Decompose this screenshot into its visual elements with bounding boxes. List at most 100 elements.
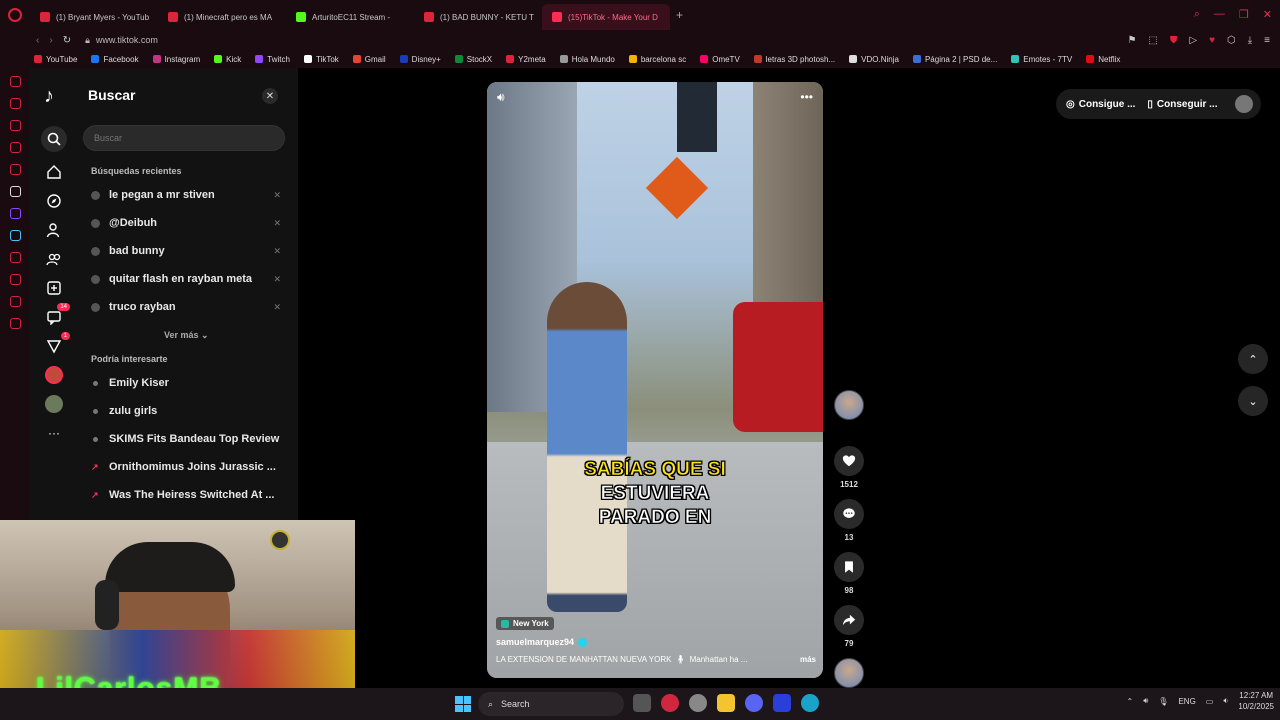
history-icon[interactable] <box>9 274 21 285</box>
volume-icon[interactable]: 🔊︎ <box>497 90 505 105</box>
url-field[interactable]: 🔒︎ www.tiktok.com <box>85 35 158 46</box>
see-more-button[interactable]: Ver más ⌄ <box>164 330 209 341</box>
back-icon[interactable]: ‹ <box>36 35 39 46</box>
bookmark-item[interactable]: VDO.Ninja <box>849 55 899 64</box>
bookmark-item[interactable]: Gmail <box>352 55 386 64</box>
location-tag[interactable]: New York <box>496 617 554 630</box>
comment-button[interactable] <box>834 499 864 529</box>
bookmark-item[interactable]: Hola Mundo <box>559 55 615 64</box>
previous-video-button[interactable]: ⌃ <box>1238 344 1268 374</box>
bookmark-icon[interactable]: ⚑ <box>1127 35 1136 46</box>
snapshot-icon[interactable]: ⬚ <box>1148 35 1157 46</box>
suggestion-item[interactable]: ↗ Ornithomimus Joins Jurassic ... <box>91 459 281 475</box>
microphone-icon[interactable]: 🎙︎ <box>1158 697 1168 706</box>
browser-tab[interactable]: (1) BAD BUNNY - KETU T <box>414 4 542 30</box>
remove-icon[interactable]: ✕ <box>273 274 281 285</box>
close-drawer-button[interactable]: ✕ <box>262 88 278 104</box>
bookmark-item[interactable]: Facebook <box>91 55 139 64</box>
minimize-button[interactable]: — <box>1214 8 1225 21</box>
taskbar-search[interactable]: ⌕ Search <box>478 692 624 716</box>
bookmark-item[interactable]: Kick <box>214 55 241 64</box>
video-author[interactable]: samuelmarquez94 <box>496 637 588 647</box>
following-nav-button[interactable] <box>44 220 64 240</box>
sidebar-app-icon[interactable] <box>9 252 21 263</box>
browser-tab[interactable]: (1) Minecraft pero es MA <box>158 4 286 30</box>
bookmark-item[interactable]: Netflix <box>1086 55 1120 64</box>
video-player[interactable]: 🔊︎ ••• SABÍAS QUE SI ESTUVIERA PARADO EN… <box>487 82 823 678</box>
language-indicator[interactable]: ENG <box>1178 697 1195 706</box>
author-avatar[interactable] <box>834 390 864 420</box>
bookmark-item[interactable]: StockX <box>454 55 492 64</box>
suggestion-item[interactable]: ↗ Was The Heiress Switched At ... <box>91 487 281 503</box>
sidebar-app-icon[interactable] <box>9 296 21 307</box>
sidebar-app-icon[interactable] <box>9 76 21 87</box>
save-button[interactable] <box>834 552 864 582</box>
browser-tab[interactable]: ArturitoEC11 Stream - <box>286 4 414 30</box>
recent-search-item[interactable]: le pegan a mr stiven ✕ <box>91 187 281 203</box>
chevron-up-icon[interactable]: ⌃ <box>1127 697 1134 706</box>
maximize-button[interactable]: ❐ <box>1239 8 1249 21</box>
sidebar-app-icon[interactable] <box>9 230 21 241</box>
get-app-button[interactable]: ▯ Conseguir ... <box>1147 99 1217 110</box>
explore-nav-button[interactable] <box>44 191 64 211</box>
profile-nav-button[interactable] <box>44 394 64 414</box>
user-avatar[interactable] <box>1235 95 1253 113</box>
bookmark-item[interactable]: TikTok <box>303 55 339 64</box>
bookmark-item[interactable]: OmeTV <box>700 55 740 64</box>
speaker-icon[interactable]: 🔉︎ <box>1223 696 1228 706</box>
windows-start-icon[interactable] <box>455 696 471 712</box>
bookmark-item[interactable]: Instagram <box>152 55 200 64</box>
friends-nav-button[interactable] <box>44 249 64 269</box>
share-button[interactable] <box>834 605 864 635</box>
suggestion-item[interactable]: zulu girls <box>91 403 281 419</box>
bookmark-item[interactable]: letras 3D photosh... <box>753 55 835 64</box>
get-coins-button[interactable]: ◎ Consigue ... <box>1066 99 1135 110</box>
bookmark-item[interactable]: barcelona sc <box>628 55 686 64</box>
more-link[interactable]: más <box>800 655 816 664</box>
sidebar-app-icon[interactable] <box>9 120 21 131</box>
like-button[interactable] <box>834 446 864 476</box>
volume-icon[interactable]: 🔊︎ <box>1143 696 1148 706</box>
close-window-button[interactable]: ✕ <box>1263 8 1272 21</box>
more-options-icon[interactable]: ••• <box>800 90 813 105</box>
sidebar-app-icon[interactable] <box>9 186 21 197</box>
next-video-button[interactable]: ⌄ <box>1238 386 1268 416</box>
network-icon[interactable]: ▭ <box>1206 697 1214 706</box>
discord-icon[interactable] <box>745 694 763 712</box>
home-nav-button[interactable] <box>44 162 64 182</box>
clock[interactable]: 12:27 AM 10/2/2025 <box>1238 690 1274 712</box>
play-icon[interactable]: ▷ <box>1189 35 1197 46</box>
messages-nav-button[interactable]: 14 <box>44 303 70 327</box>
bookmark-item[interactable]: Emotes - 7TV <box>1011 55 1072 64</box>
new-tab-button[interactable]: + <box>670 8 689 22</box>
live-avatar-button[interactable] <box>44 365 64 385</box>
tiktok-logo-icon[interactable]: ♪ <box>44 86 64 106</box>
recent-search-item[interactable]: @Deibuh ✕ <box>91 215 281 231</box>
bookmark-item[interactable]: Disney+ <box>399 55 441 64</box>
opera-taskbar-icon[interactable] <box>661 694 679 712</box>
browser-tab-active[interactable]: (15)TikTok - Make Your D <box>542 4 670 30</box>
upload-nav-button[interactable] <box>44 278 64 298</box>
heart-icon[interactable]: ♥ <box>1209 35 1215 46</box>
menu-icon[interactable]: ≡ <box>1264 35 1270 46</box>
download-icon[interactable]: ⤓ <box>1248 35 1252 46</box>
suggestion-item[interactable]: SKIMS Fits Bandeau Top Review <box>91 431 281 447</box>
sidebar-app-icon[interactable] <box>9 142 21 153</box>
activity-nav-button[interactable]: 1 <box>44 332 70 356</box>
file-explorer-icon[interactable] <box>717 694 735 712</box>
forward-icon[interactable]: › <box>49 35 52 46</box>
sidebar-app-icon[interactable] <box>9 164 21 175</box>
recent-search-item[interactable]: quitar flash en rayban meta ✕ <box>91 271 281 287</box>
remove-icon[interactable]: ✕ <box>273 302 281 313</box>
bookmark-item[interactable]: YouTube <box>34 55 77 64</box>
opera-logo-icon[interactable] <box>0 0 30 30</box>
suggestion-item[interactable]: Emily Kiser <box>91 375 281 391</box>
task-view-icon[interactable] <box>633 694 651 712</box>
recent-search-item[interactable]: bad bunny ✕ <box>91 243 281 259</box>
reload-icon[interactable]: ↻ <box>63 35 71 46</box>
more-nav-button[interactable]: ··· <box>44 423 64 443</box>
extensions-icon[interactable]: ⬡ <box>1227 35 1236 46</box>
edge-icon[interactable] <box>801 694 819 712</box>
remove-icon[interactable]: ✕ <box>273 246 281 257</box>
remove-icon[interactable]: ✕ <box>273 190 281 201</box>
